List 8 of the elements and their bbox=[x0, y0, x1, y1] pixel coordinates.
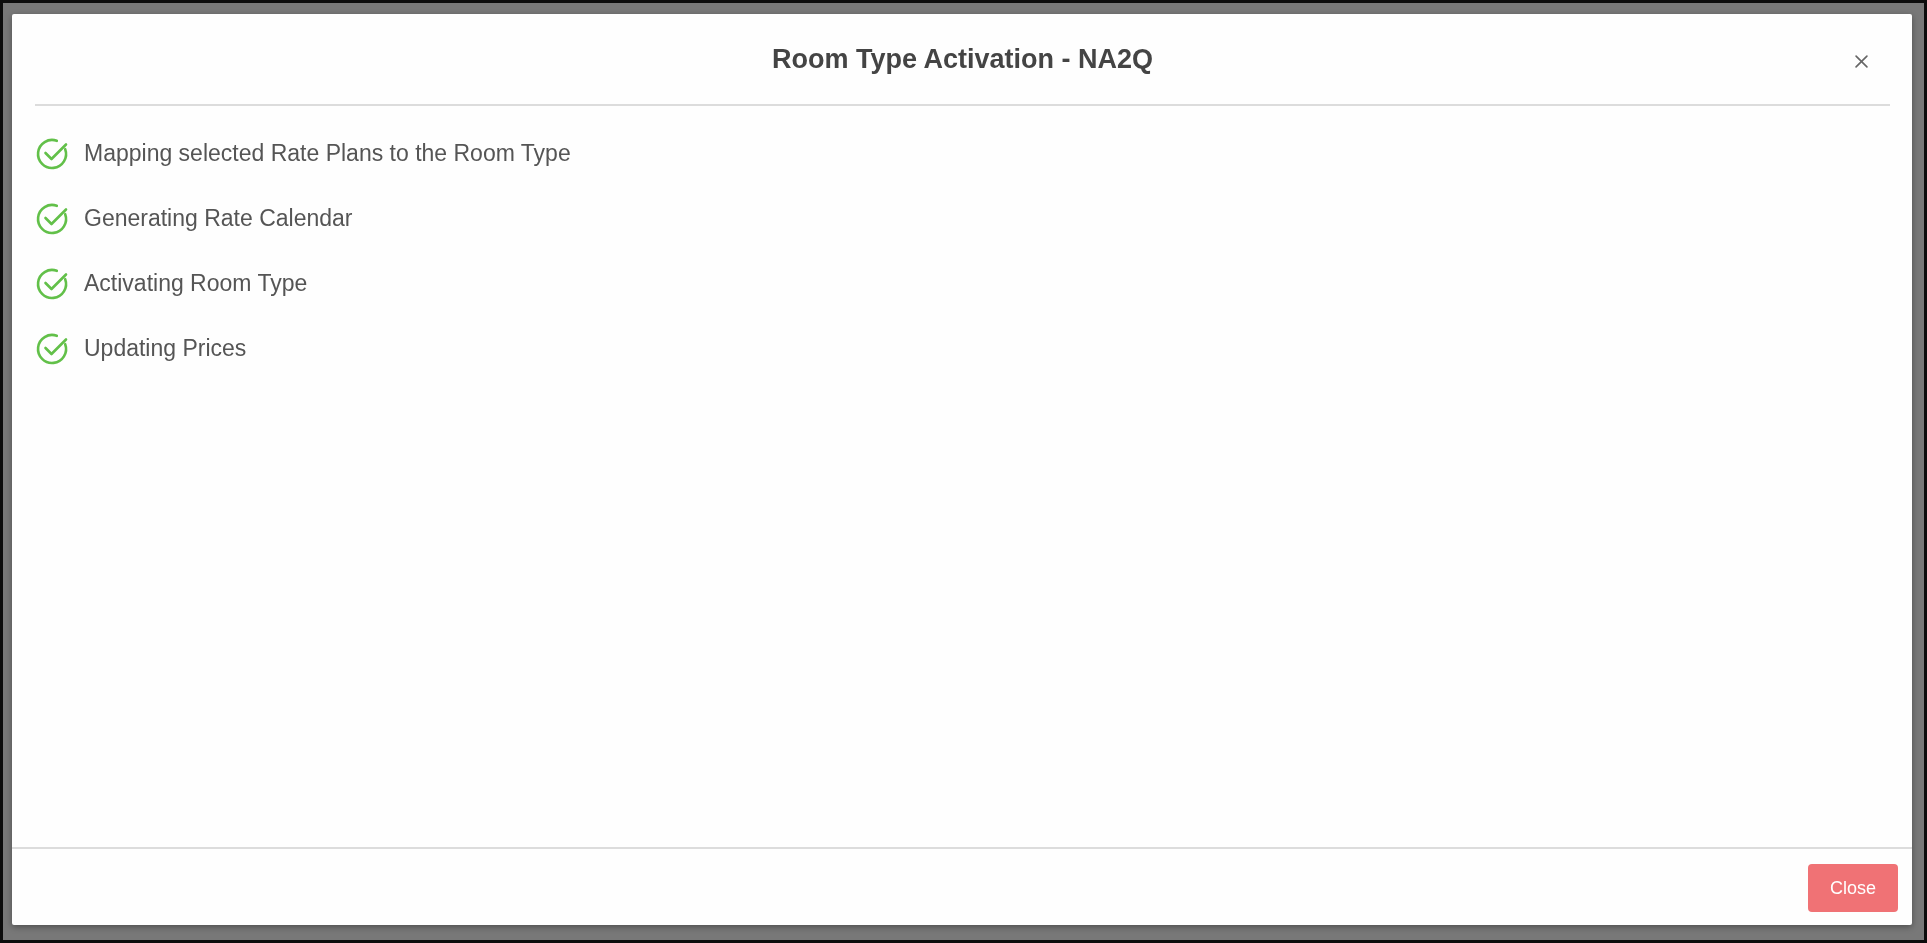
close-button[interactable]: Close bbox=[1808, 864, 1898, 912]
step-label: Generating Rate Calendar bbox=[84, 205, 353, 232]
step-label: Updating Prices bbox=[84, 335, 247, 362]
step-label: Mapping selected Rate Plans to the Room Type bbox=[84, 140, 571, 167]
close-button[interactable] bbox=[1852, 52, 1871, 71]
step-label: Activating Room Type bbox=[84, 270, 308, 297]
close-icon bbox=[1855, 55, 1868, 68]
dialog-title: Room Type Activation - NA2Q bbox=[771, 43, 1153, 75]
